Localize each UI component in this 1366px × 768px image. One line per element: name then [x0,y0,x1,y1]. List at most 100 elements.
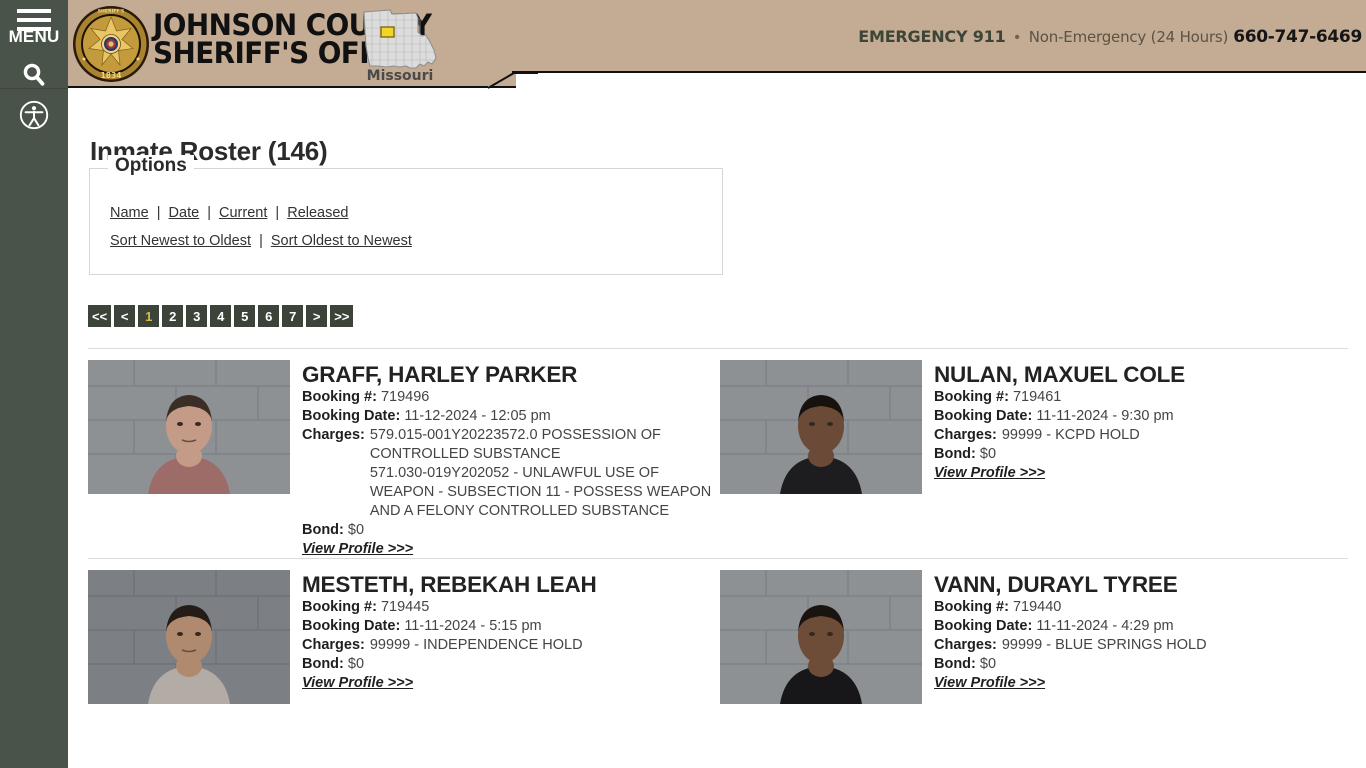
pagination-button-prevprev[interactable]: << [88,305,112,327]
pagination-button-next[interactable]: > [306,305,328,327]
booking-date-line: Booking Date: 11-11-2024 - 9:30 pm [934,407,1352,426]
mugshot-image [720,360,922,494]
charges-label: Charges: [934,427,997,444]
search-button[interactable] [0,58,68,92]
inmate-card: VANN, DURAYL TYREE Booking #: 719440 Boo… [720,570,1352,705]
bond-label: Bond: [934,446,976,463]
booking-date-value: 11-11-2024 - 5:15 pm [404,618,542,635]
charge-item: 99999 - INDEPENDENCE HOLD [369,637,583,654]
inmate-card: GRAFF, HARLEY PARKER Booking #: 719496 B… [88,360,720,558]
inmate-mugshot[interactable] [720,360,922,494]
booking-date-line: Booking Date: 11-11-2024 - 5:15 pm [302,617,720,636]
charges-line: Charges: 99999 - KCPD HOLD [934,426,1352,445]
charges-label: Charges: [934,637,997,654]
inmate-details: VANN, DURAYL TYREE Booking #: 719440 Boo… [934,570,1352,692]
pagination-button-7[interactable]: 7 [282,305,304,327]
pagination-button-2[interactable]: 2 [162,305,184,327]
booking-number-line: Booking #: 719496 [302,388,720,407]
inmate-name: VANN, DURAYL TYREE [934,572,1178,598]
charges-values: 99999 - INDEPENDENCE HOLD [370,636,720,655]
booking-number-line: Booking #: 719445 [302,598,720,617]
booking-date-line: Booking Date: 11-12-2024 - 12:05 pm [302,407,720,426]
bond-value: $0 [347,522,365,539]
options-legend: Options [108,155,194,177]
inmate-details: GRAFF, HARLEY PARKER Booking #: 719496 B… [302,360,720,558]
charges-label: Charges: [302,637,365,654]
sort-link-oldest-to-newest[interactable]: Sort Oldest to Newest [271,233,412,249]
svg-text:SHERIFF'S: SHERIFF'S [98,8,125,14]
filter-link-name[interactable]: Name [110,205,149,221]
inmate-mugshot[interactable] [720,570,922,705]
inmate-name: MESTETH, REBEKAH LEAH [302,572,597,598]
charges-line: Charges: 579.015-001Y20223572.0 POSSESSI… [302,426,720,521]
bond-line: Bond: $0 [302,521,720,540]
charge-item: 99999 - KCPD HOLD [1001,427,1140,444]
booking-number-value: 719445 [380,599,430,616]
booking-number-value: 719440 [1012,599,1062,616]
pagination-button-1[interactable]: 1 [138,305,160,327]
booking-date-label: Booking Date: [302,618,401,635]
pagination-button-3[interactable]: 3 [186,305,208,327]
inmate-details: NULAN, MAXUEL COLE Booking #: 719461 Boo… [934,360,1352,482]
options-fieldset: Options Name | Date | Current | Released… [89,155,723,275]
view-profile-link[interactable]: View Profile >>> [934,675,1045,691]
charge-item: 99999 - BLUE SPRINGS HOLD [1001,637,1207,654]
bond-label: Bond: [934,656,976,673]
view-profile-link[interactable]: View Profile >>> [934,465,1045,481]
booking-date-value: 11-12-2024 - 12:05 pm [404,408,551,425]
inmate-card: MESTETH, REBEKAH LEAH Booking #: 719445 … [88,570,720,705]
charges-values: 99999 - KCPD HOLD [1002,426,1352,445]
non-emergency-phone-number[interactable]: 660-747-6469 [1233,27,1362,47]
roster-row: GRAFF, HARLEY PARKER Booking #: 719496 B… [88,348,1348,558]
booking-date-line: Booking Date: 11-11-2024 - 4:29 pm [934,617,1352,636]
filter-link-released[interactable]: Released [287,205,348,221]
bond-value: $0 [979,656,997,673]
contact-separator-dot: • [1014,29,1020,46]
option-separator: | [275,205,280,221]
sort-link-newest-to-oldest[interactable]: Sort Newest to Oldest [110,233,251,249]
pagination-button-6[interactable]: 6 [258,305,280,327]
inmate-roster-list: GRAFF, HARLEY PARKER Booking #: 719496 B… [88,348,1348,705]
sheriff-badge-icon: 1834 SHERIFF'S [71,4,151,84]
booking-number-label: Booking #: [934,389,1009,406]
inmate-name: GRAFF, HARLEY PARKER [302,362,578,387]
pagination-button-prev[interactable]: < [114,305,136,327]
charges-line: Charges: 99999 - BLUE SPRINGS HOLD [934,636,1352,655]
inmate-mugshot[interactable] [88,360,290,494]
filter-link-date[interactable]: Date [169,205,200,221]
inmate-details: MESTETH, REBEKAH LEAH Booking #: 719445 … [302,570,720,692]
accessibility-button[interactable] [0,97,68,133]
booking-date-value: 11-11-2024 - 9:30 pm [1036,408,1174,425]
bond-line: Bond: $0 [302,655,720,674]
option-separator: | [156,205,161,221]
missouri-label: Missouri [366,68,434,84]
booking-date-value: 11-11-2024 - 4:29 pm [1036,618,1174,635]
options-sort-row: Sort Newest to Oldest | Sort Oldest to N… [110,233,412,249]
mugshot-image [720,570,922,705]
pagination-button-nextnext[interactable]: >> [330,305,354,327]
site-header: 1834 SHERIFF'S JOHNSON COUNTY SHERIFF'S … [68,0,1366,90]
charges-values: 579.015-001Y20223572.0 POSSESSION OF CON… [370,426,720,521]
inmate-mugshot[interactable] [88,570,290,705]
search-icon [23,63,45,86]
bond-label: Bond: [302,656,344,673]
left-sidebar: MENU [0,0,68,768]
pagination-button-4[interactable]: 4 [210,305,232,327]
option-separator: | [259,233,263,249]
booking-number-label: Booking #: [934,599,1009,616]
view-profile-link[interactable]: View Profile >>> [302,675,413,691]
booking-number-value: 719496 [380,389,430,406]
inmate-name: NULAN, MAXUEL COLE [934,362,1185,387]
booking-number-label: Booking #: [302,599,377,616]
accessibility-icon [19,100,49,130]
booking-number-line: Booking #: 719461 [934,388,1352,407]
filter-link-current[interactable]: Current [219,205,267,221]
badge-year-text: 1834 [101,71,122,80]
charge-item: 571.030-019Y202052 - UNLAWFUL USE OF WEA… [369,465,712,520]
header-contact-info: EMERGENCY 911 • Non-Emergency (24 Hours)… [858,27,1362,47]
bond-line: Bond: $0 [934,655,1352,674]
sidebar-divider [0,88,68,89]
view-profile-link[interactable]: View Profile >>> [302,541,413,557]
pagination-button-5[interactable]: 5 [234,305,256,327]
options-filter-row: Name | Date | Current | Released [110,205,348,221]
